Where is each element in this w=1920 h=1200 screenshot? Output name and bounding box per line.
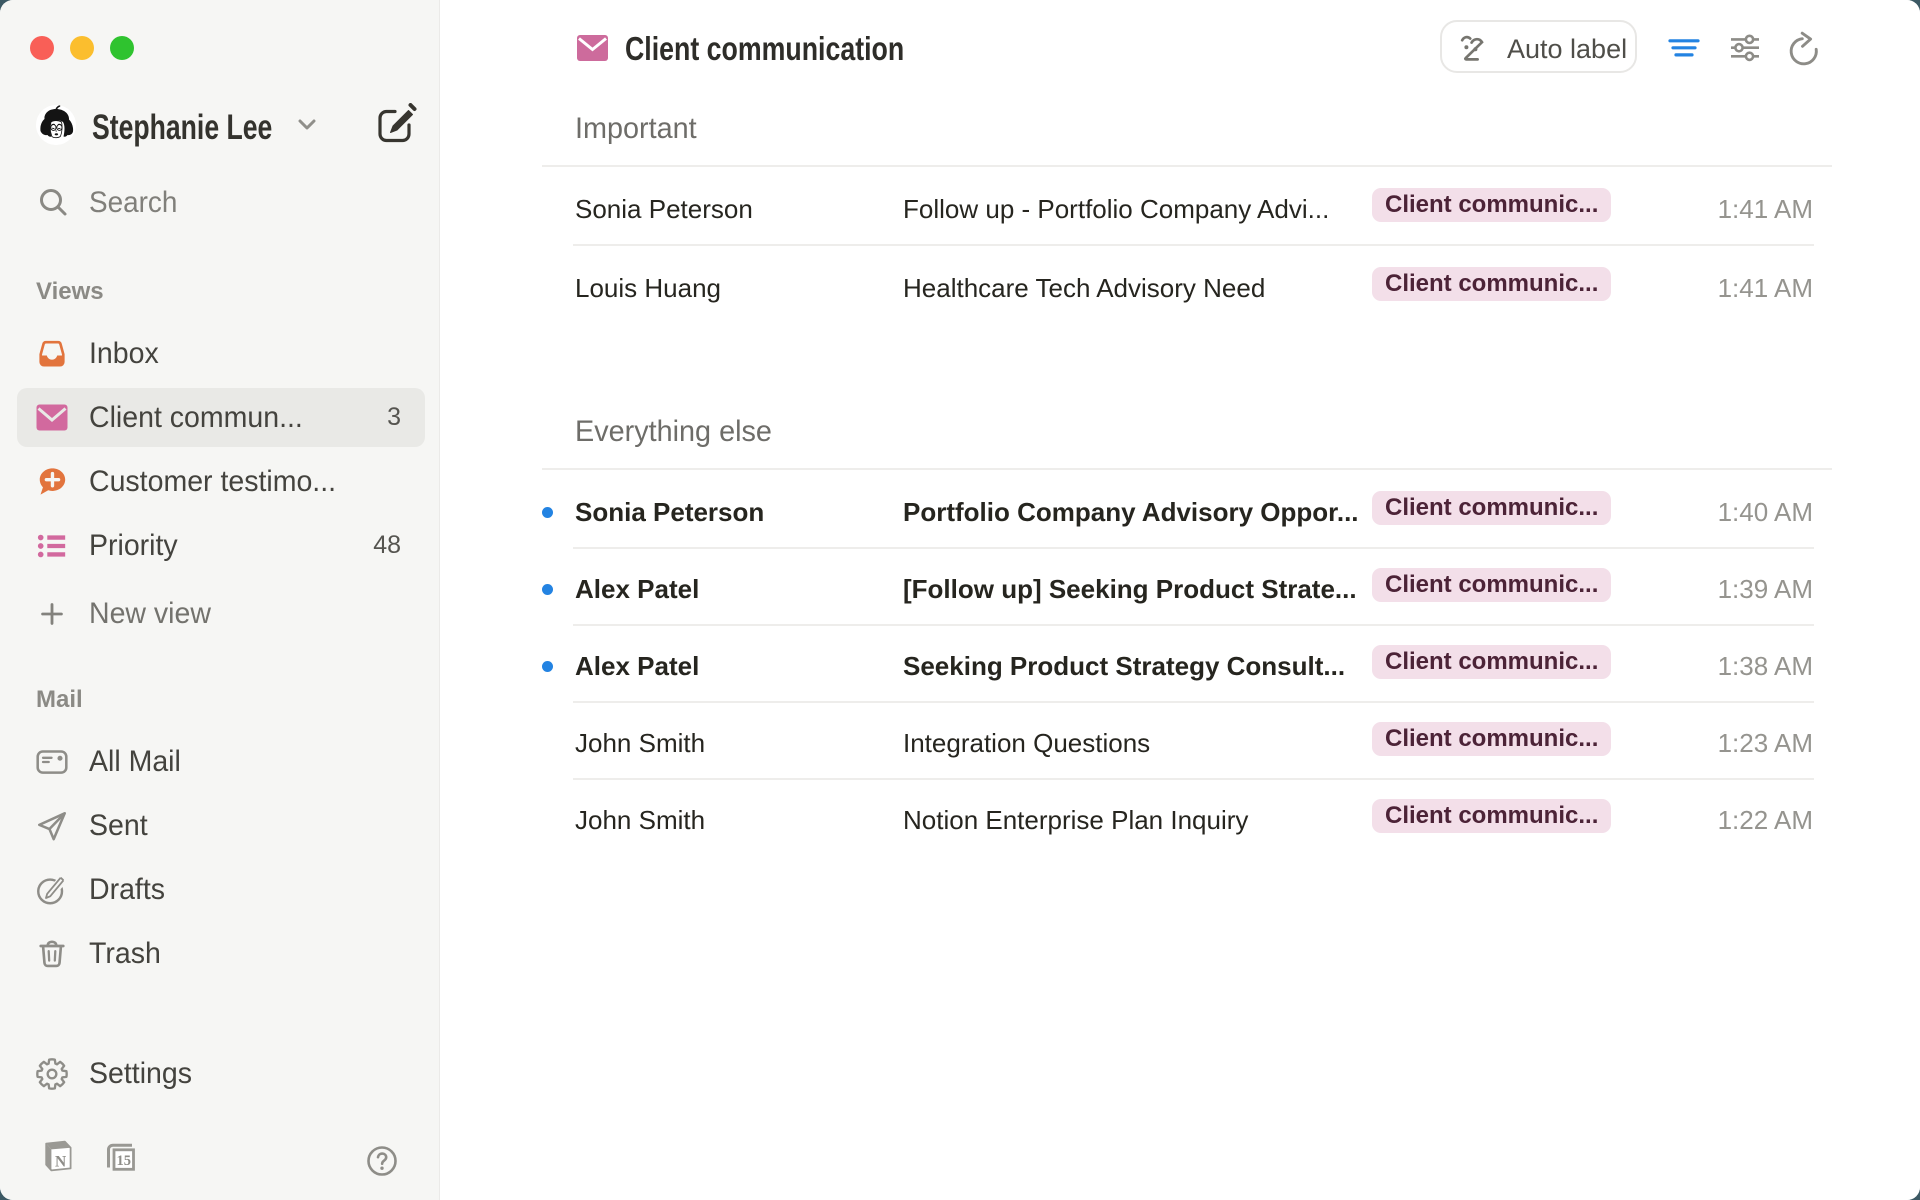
svg-text:15: 15 [117, 1153, 132, 1169]
svg-text:N: N [55, 1153, 66, 1170]
